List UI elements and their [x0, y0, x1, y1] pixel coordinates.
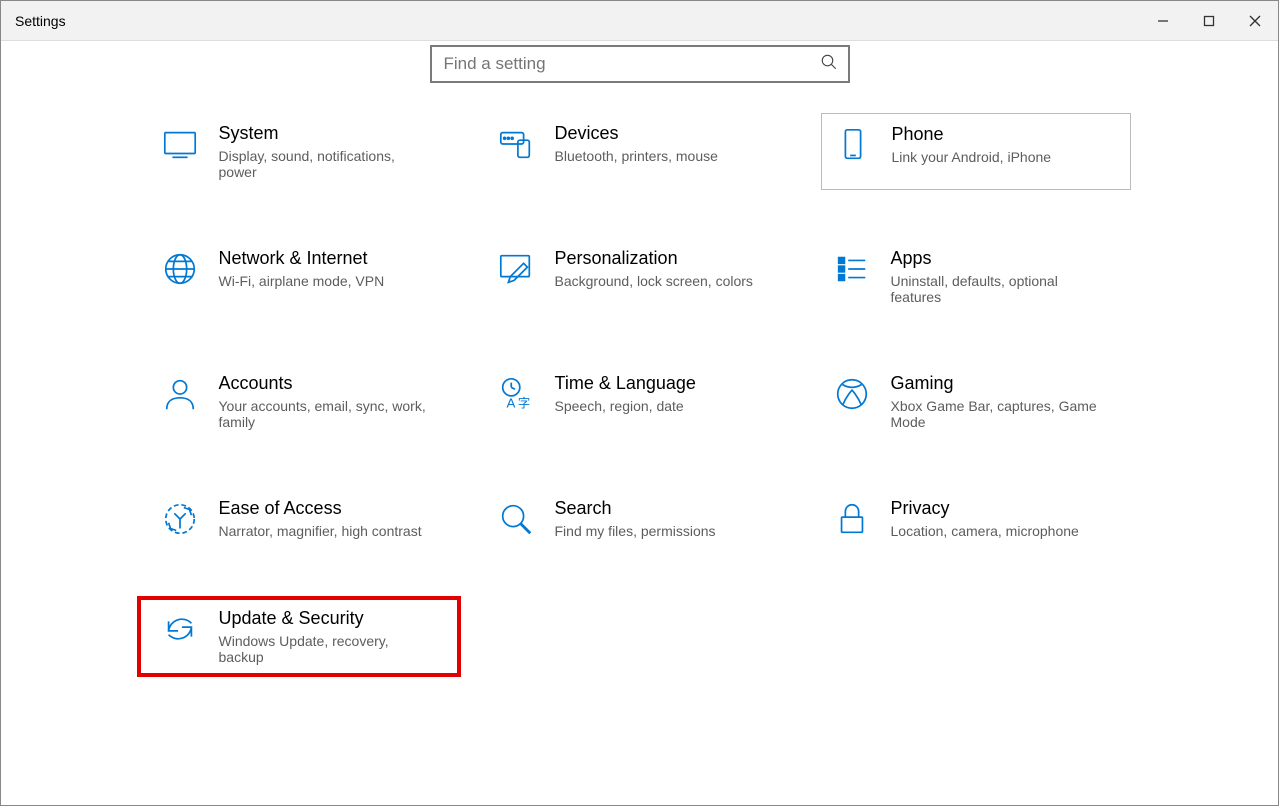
tile-phone[interactable]: Phone Link your Android, iPhone — [821, 113, 1131, 190]
tile-subtitle: Uninstall, defaults, optional features — [891, 273, 1106, 305]
tile-title: Network & Internet — [219, 248, 385, 269]
tile-ease-of-access[interactable]: Ease of Access Narrator, magnifier, high… — [149, 488, 459, 550]
tile-title: Update & Security — [219, 608, 434, 629]
svg-text:字: 字 — [517, 395, 529, 410]
clock-language-icon: A字 — [495, 373, 537, 415]
search-box[interactable] — [430, 45, 850, 83]
devices-icon — [495, 123, 537, 165]
search-icon — [495, 498, 537, 540]
tile-text: Ease of Access Narrator, magnifier, high… — [219, 498, 422, 539]
tile-text: System Display, sound, notifications, po… — [219, 123, 434, 180]
tile-subtitle: Location, camera, microphone — [891, 523, 1079, 539]
tile-time-language[interactable]: A字 Time & Language Speech, region, date — [485, 363, 795, 440]
tile-text: Privacy Location, camera, microphone — [891, 498, 1079, 539]
tile-title: System — [219, 123, 434, 144]
globe-icon — [159, 248, 201, 290]
tile-subtitle: Xbox Game Bar, captures, Game Mode — [891, 398, 1106, 430]
tile-subtitle: Display, sound, notifications, power — [219, 148, 434, 180]
sync-icon — [159, 608, 201, 650]
tile-title: Accounts — [219, 373, 434, 394]
person-icon — [159, 373, 201, 415]
tile-text: Gaming Xbox Game Bar, captures, Game Mod… — [891, 373, 1106, 430]
system-icon — [159, 123, 201, 165]
tile-privacy[interactable]: Privacy Location, camera, microphone — [821, 488, 1131, 550]
tile-subtitle: Bluetooth, printers, mouse — [555, 148, 718, 164]
tile-text: Devices Bluetooth, printers, mouse — [555, 123, 718, 164]
search-area — [1, 41, 1278, 113]
tile-text: Network & Internet Wi-Fi, airplane mode,… — [219, 248, 385, 289]
phone-icon — [832, 124, 874, 166]
ease-of-access-icon — [159, 498, 201, 540]
tile-network[interactable]: Network & Internet Wi-Fi, airplane mode,… — [149, 238, 459, 315]
tile-title: Time & Language — [555, 373, 696, 394]
tile-update-security[interactable]: Update & Security Windows Update, recove… — [139, 598, 459, 675]
xbox-icon — [831, 373, 873, 415]
tile-subtitle: Background, lock screen, colors — [555, 273, 753, 289]
tile-title: Gaming — [891, 373, 1106, 394]
tile-text: Phone Link your Android, iPhone — [892, 124, 1052, 165]
tile-devices[interactable]: Devices Bluetooth, printers, mouse — [485, 113, 795, 190]
tile-text: Update & Security Windows Update, recove… — [219, 608, 434, 665]
window-title: Settings — [15, 13, 66, 29]
tile-subtitle: Wi-Fi, airplane mode, VPN — [219, 273, 385, 289]
search-icon — [820, 53, 838, 76]
tile-apps[interactable]: Apps Uninstall, defaults, optional featu… — [821, 238, 1131, 315]
paintbrush-icon — [495, 248, 537, 290]
tile-subtitle: Speech, region, date — [555, 398, 696, 414]
tile-text: Personalization Background, lock screen,… — [555, 248, 753, 289]
tile-title: Personalization — [555, 248, 753, 269]
tile-subtitle: Link your Android, iPhone — [892, 149, 1052, 165]
minimize-button[interactable] — [1140, 1, 1186, 40]
tile-title: Search — [555, 498, 716, 519]
tile-text: Search Find my files, permissions — [555, 498, 716, 539]
tile-subtitle: Narrator, magnifier, high contrast — [219, 523, 422, 539]
svg-text:A: A — [506, 395, 515, 410]
tile-search[interactable]: Search Find my files, permissions — [485, 488, 795, 550]
settings-grid: System Display, sound, notifications, po… — [1, 113, 1278, 675]
window-controls — [1140, 1, 1278, 40]
tile-title: Phone — [892, 124, 1052, 145]
apps-icon — [831, 248, 873, 290]
tile-subtitle: Windows Update, recovery, backup — [219, 633, 434, 665]
titlebar: Settings — [1, 1, 1278, 41]
tile-text: Accounts Your accounts, email, sync, wor… — [219, 373, 434, 430]
tile-title: Apps — [891, 248, 1106, 269]
close-button[interactable] — [1232, 1, 1278, 40]
lock-icon — [831, 498, 873, 540]
tile-text: Time & Language Speech, region, date — [555, 373, 696, 414]
tile-gaming[interactable]: Gaming Xbox Game Bar, captures, Game Mod… — [821, 363, 1131, 440]
tile-personalization[interactable]: Personalization Background, lock screen,… — [485, 238, 795, 315]
tile-subtitle: Your accounts, email, sync, work, family — [219, 398, 434, 430]
tile-title: Privacy — [891, 498, 1079, 519]
tile-accounts[interactable]: Accounts Your accounts, email, sync, wor… — [149, 363, 459, 440]
tile-system[interactable]: System Display, sound, notifications, po… — [149, 113, 459, 190]
search-input[interactable] — [442, 53, 802, 75]
tile-subtitle: Find my files, permissions — [555, 523, 716, 539]
tile-title: Ease of Access — [219, 498, 422, 519]
maximize-button[interactable] — [1186, 1, 1232, 40]
tile-text: Apps Uninstall, defaults, optional featu… — [891, 248, 1106, 305]
tile-title: Devices — [555, 123, 718, 144]
